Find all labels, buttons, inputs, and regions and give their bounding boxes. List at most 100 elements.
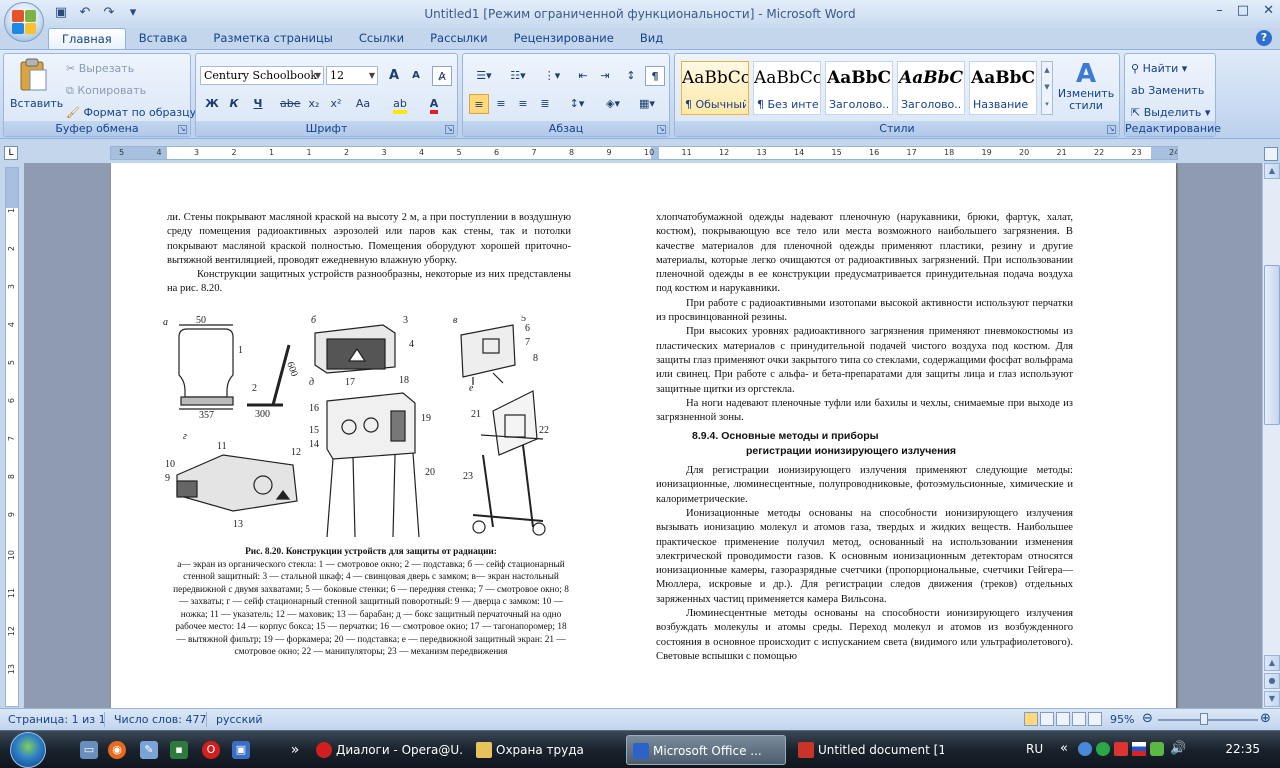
format-painter-button[interactable]: 🖌 Формат по образцу <box>66 106 196 119</box>
paragraph-launcher-icon[interactable]: ↘ <box>657 125 666 134</box>
paste-button[interactable]: Вставить <box>10 58 63 110</box>
show-desktop-icon[interactable]: ▭ <box>80 741 98 759</box>
zoom-out-icon[interactable]: ⊖ <box>1142 711 1153 726</box>
underline-button[interactable]: Ч <box>248 94 268 114</box>
align-left-icon[interactable]: ≡ <box>469 94 489 114</box>
vertical-scrollbar[interactable]: ▲ ▲ ● ▼ <box>1262 163 1280 708</box>
increase-indent-icon[interactable]: ⇥ <box>595 66 615 86</box>
tab-insert[interactable]: Вставка <box>126 28 201 49</box>
clear-format-icon[interactable]: A̷ <box>432 66 452 86</box>
start-button[interactable] <box>10 732 46 768</box>
scroll-down-icon[interactable]: ▲ <box>1264 655 1280 671</box>
network-icon[interactable] <box>1078 742 1092 756</box>
subscript-button[interactable]: x₂ <box>304 94 324 114</box>
print-layout-icon[interactable] <box>1024 712 1038 726</box>
font-size-combo[interactable]: 12 ▼ <box>326 66 378 85</box>
sort-icon[interactable]: ↕ <box>621 66 641 86</box>
align-right-icon[interactable]: ≡ <box>513 94 533 114</box>
grow-font-button[interactable]: A <box>384 66 404 86</box>
disk-icon[interactable]: ▣ <box>232 741 250 759</box>
help-icon[interactable]: ? <box>1256 30 1272 46</box>
tray-expand-icon[interactable]: « <box>1060 741 1068 756</box>
outline-view-icon[interactable] <box>1072 712 1086 726</box>
tab-selector[interactable]: L <box>0 143 24 163</box>
russian-flag-icon[interactable] <box>1132 742 1146 756</box>
styles-launcher-icon[interactable]: ↘ <box>1107 125 1116 134</box>
style-heading2[interactable]: AaBbC Заголово... <box>897 61 965 115</box>
taskbar-item-document[interactable]: Untitled document [1... <box>792 735 944 765</box>
app-icon[interactable]: ▪ <box>170 741 188 759</box>
styles-scroll[interactable]: ▲ ▼ ▾ <box>1041 61 1053 115</box>
close-button[interactable]: ✕ <box>1263 3 1274 18</box>
vertical-ruler[interactable]: 1 2 3 4 5 6 7 8 9 10 11 12 13 <box>5 167 19 707</box>
word-count[interactable]: Число слов: 477 <box>114 713 207 726</box>
bold-button[interactable]: Ж <box>202 94 222 114</box>
find-button[interactable]: ⚲ Найти ▾ <box>1131 62 1187 75</box>
bullets-icon[interactable]: ☰▾ <box>469 66 499 86</box>
tab-references[interactable]: Ссылки <box>346 28 417 49</box>
numbering-icon[interactable]: ☷▾ <box>503 66 533 86</box>
style-no-spacing[interactable]: AaBbCc ¶ Без инте... <box>753 61 821 115</box>
clock[interactable]: 22:35 <box>1225 742 1260 756</box>
font-color-button[interactable]: A <box>422 94 446 114</box>
select-button[interactable]: ⇱ Выделить ▾ <box>1131 106 1210 119</box>
justify-icon[interactable]: ≣ <box>535 94 555 114</box>
zoom-in-icon[interactable]: ⊕ <box>1260 711 1271 726</box>
tray-app-icon[interactable] <box>1150 742 1164 756</box>
style-title[interactable]: AaBbC Название <box>969 61 1037 115</box>
font-name-combo[interactable]: Century Schoolbook ▼ <box>200 66 324 85</box>
keyboard-language[interactable]: RU <box>1026 742 1043 756</box>
page[interactable]: ли. Стены покрывают масляной краской на … <box>111 163 1176 708</box>
clipboard-launcher-icon[interactable]: ↘ <box>178 125 187 134</box>
taskbar-item-folder[interactable]: Охрана труда <box>470 735 620 765</box>
tab-page-layout[interactable]: Разметка страницы <box>200 28 345 49</box>
document-area[interactable]: ли. Стены покрывают масляной краской на … <box>24 163 1262 708</box>
decrease-indent-icon[interactable]: ⇤ <box>573 66 593 86</box>
volume-icon[interactable]: 🔊 <box>1170 741 1186 756</box>
tab-review[interactable]: Рецензирование <box>501 28 627 49</box>
highlight-color-button[interactable]: ab <box>388 94 412 114</box>
change-case-button[interactable]: Aa <box>350 94 376 114</box>
font-launcher-icon[interactable]: ↘ <box>445 125 454 134</box>
tab-view[interactable]: Вид <box>627 28 676 49</box>
taskbar-item-word[interactable]: Microsoft Office ... <box>626 735 786 765</box>
style-normal[interactable]: AaBbCc ¶ Обычный <box>681 61 749 115</box>
next-page-icon[interactable]: ▼ <box>1264 691 1280 707</box>
page-count[interactable]: Страница: 1 из 1 <box>8 713 106 726</box>
shrink-font-button[interactable]: A <box>406 66 426 86</box>
tray-app-icon[interactable] <box>1096 742 1110 756</box>
style-heading1[interactable]: AaBbC Заголово... <box>825 61 893 115</box>
tray-app-icon[interactable] <box>1114 742 1128 756</box>
line-spacing-icon[interactable]: ↕▾ <box>563 94 591 114</box>
multilevel-list-icon[interactable]: ⋮▾ <box>537 66 567 86</box>
borders-icon[interactable]: ▦▾ <box>633 94 661 114</box>
firefox-icon[interactable]: ◉ <box>108 741 126 759</box>
copy-button[interactable]: ⧉ Копировать <box>66 84 146 98</box>
tab-home[interactable]: Главная <box>48 28 126 49</box>
zoom-slider-knob[interactable] <box>1200 713 1208 725</box>
view-ruler-icon[interactable] <box>1264 147 1278 161</box>
align-center-icon[interactable]: ≡ <box>491 94 511 114</box>
strikethrough-button[interactable]: abe <box>280 94 301 114</box>
italic-button[interactable]: К <box>224 94 244 114</box>
scroll-up-icon[interactable]: ▲ <box>1264 163 1280 179</box>
tab-mailings[interactable]: Рассылки <box>417 28 500 49</box>
zoom-level[interactable]: 95% <box>1110 713 1134 726</box>
opera-icon[interactable]: O <box>202 741 220 759</box>
more-quicklaunch-icon[interactable]: » <box>286 741 304 759</box>
cut-button[interactable]: ✂ Вырезать <box>66 62 134 75</box>
zoom-slider[interactable] <box>1158 719 1258 721</box>
superscript-button[interactable]: x² <box>326 94 346 114</box>
change-styles-button[interactable]: A Изменить стили <box>1057 60 1115 112</box>
maximize-button[interactable]: □ <box>1237 3 1249 18</box>
web-layout-icon[interactable] <box>1056 712 1070 726</box>
shading-icon[interactable]: ◈▾ <box>599 94 627 114</box>
minimize-button[interactable]: – <box>1216 3 1223 18</box>
office-button[interactable] <box>4 2 44 42</box>
browse-object-icon[interactable]: ● <box>1264 673 1280 689</box>
language-indicator[interactable]: русский <box>216 713 263 726</box>
show-marks-icon[interactable]: ¶ <box>645 66 665 86</box>
full-screen-reading-icon[interactable] <box>1040 712 1054 726</box>
notepad-icon[interactable]: ✎ <box>140 741 158 759</box>
horizontal-ruler[interactable]: 5 4 3 2 1 1 2 3 4 5 6 7 8 9 10 11 12 13 14 15 16 17 18 19 20 21 22… <box>110 146 1178 160</box>
